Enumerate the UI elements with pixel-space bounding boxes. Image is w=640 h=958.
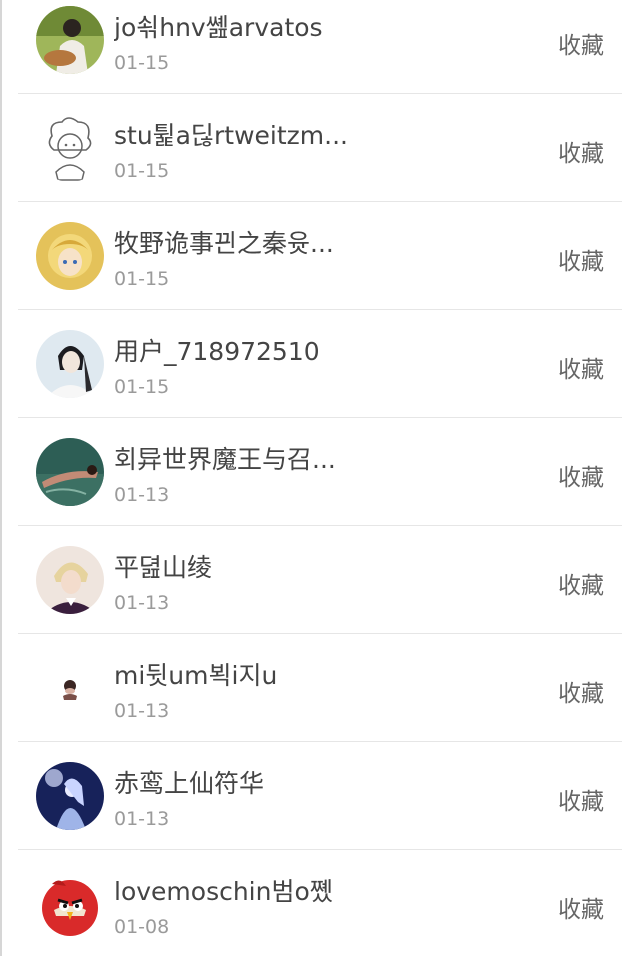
- avatar-small-figure-icon: [36, 654, 104, 722]
- avatar-blond-boy-icon: [36, 546, 104, 614]
- avatar[interactable]: [36, 546, 104, 614]
- list-item[interactable]: 牧野诡事끤之秦윳... 01-15 收藏: [18, 202, 622, 310]
- favorite-button[interactable]: 收藏: [558, 782, 604, 816]
- user-name[interactable]: lovemoschin범o쪴: [114, 872, 424, 908]
- favorite-button[interactable]: 收藏: [558, 26, 604, 60]
- avatar[interactable]: [36, 654, 104, 722]
- avatar-lying-figure-icon: [36, 438, 104, 506]
- user-name[interactable]: mi뒷um뵉i지u: [114, 656, 424, 692]
- avatar[interactable]: [36, 762, 104, 830]
- favorite-button[interactable]: 收藏: [558, 350, 604, 384]
- avatar-guitar-girl-icon: [36, 6, 104, 74]
- post-date: 01-13: [114, 808, 170, 830]
- avatar-white-robed-man-icon: [36, 330, 104, 398]
- favorite-button[interactable]: 收藏: [558, 674, 604, 708]
- post-date: 01-08: [114, 916, 170, 938]
- avatar[interactable]: [36, 330, 104, 398]
- post-date: 01-13: [114, 484, 170, 506]
- post-date: 01-15: [114, 376, 170, 398]
- user-name[interactable]: stu튍a딚rtweitzm...: [114, 116, 424, 152]
- avatar[interactable]: [36, 438, 104, 506]
- favorite-button[interactable]: 收藏: [558, 242, 604, 276]
- avatar-blue-anime-icon: [36, 762, 104, 830]
- favorite-button[interactable]: 收藏: [558, 458, 604, 492]
- avatar-anime-blonde-icon: [36, 222, 104, 290]
- list-item[interactable]: lovemoschin범o쪴 01-08 收藏: [18, 850, 622, 958]
- post-date: 01-15: [114, 52, 170, 74]
- list-item[interactable]: 赤鸾上仙符华 01-13 收藏: [18, 742, 622, 850]
- favorite-button[interactable]: 收藏: [558, 134, 604, 168]
- user-name[interactable]: 赤鸾上仙符华: [114, 764, 424, 800]
- user-name[interactable]: 회异世界魔王与召...: [114, 440, 424, 476]
- user-name[interactable]: 牧野诡事끤之秦윳...: [114, 224, 424, 260]
- post-date: 01-15: [114, 160, 170, 182]
- list-item[interactable]: 平뎚山绫 01-13 收藏: [18, 526, 622, 634]
- left-edge-divider: [0, 0, 2, 956]
- list-item[interactable]: mi뒷um뵉i지u 01-13 收藏: [18, 634, 622, 742]
- avatar-red-bird-icon: [36, 870, 104, 938]
- avatar[interactable]: [36, 114, 104, 182]
- post-date: 01-15: [114, 268, 170, 290]
- user-name[interactable]: 用户_718972510: [114, 332, 424, 368]
- avatar-cartoon-sketch-icon: [36, 114, 104, 182]
- list-item[interactable]: stu튍a딚rtweitzm... 01-15 收藏: [18, 94, 622, 202]
- post-date: 01-13: [114, 700, 170, 722]
- avatar[interactable]: [36, 6, 104, 74]
- list-item[interactable]: 회异世界魔王与召... 01-13 收藏: [18, 418, 622, 526]
- favorite-button[interactable]: 收藏: [558, 890, 604, 924]
- favorite-button[interactable]: 收藏: [558, 566, 604, 600]
- list-item[interactable]: jo쇢hnv쏊arvatos 01-15 收藏: [18, 0, 622, 94]
- user-name[interactable]: jo쇢hnv쏊arvatos: [114, 8, 424, 44]
- avatar[interactable]: [36, 870, 104, 938]
- user-favorites-list: jo쇢hnv쏊arvatos 01-15 收藏 stu튍a딚rtweitzm..…: [18, 0, 622, 958]
- user-name[interactable]: 平뎚山绫: [114, 548, 424, 584]
- avatar[interactable]: [36, 222, 104, 290]
- list-item[interactable]: 用户_718972510 01-15 收藏: [18, 310, 622, 418]
- post-date: 01-13: [114, 592, 170, 614]
